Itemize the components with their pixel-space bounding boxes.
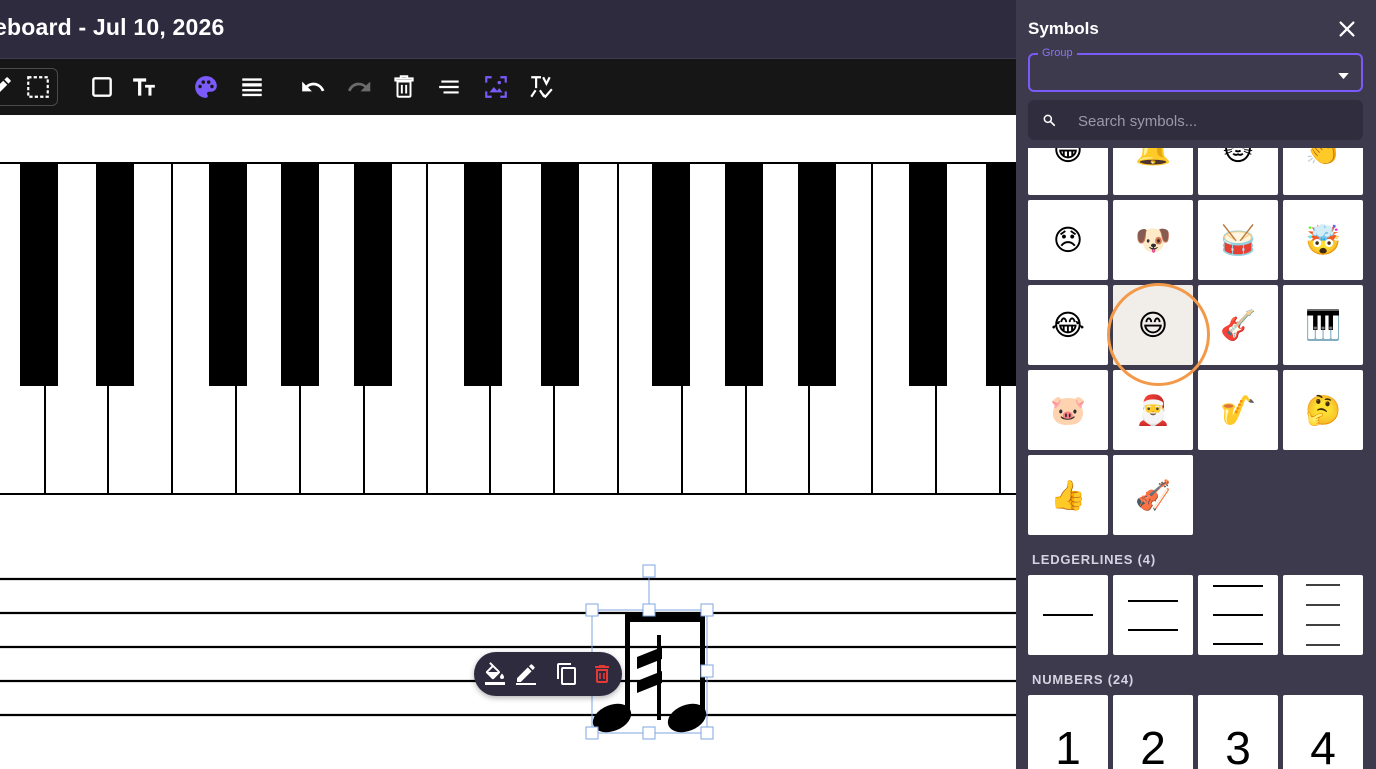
group-select-label: Group: [1038, 46, 1077, 60]
number-glyph: 4: [1310, 722, 1336, 769]
lines-icon[interactable]: [237, 72, 267, 102]
symbol-tile[interactable]: 🎻: [1113, 455, 1193, 535]
text-size-icon[interactable]: [129, 72, 159, 102]
number-glyph: 2: [1140, 722, 1166, 769]
ledgerline-4-icon: [1306, 584, 1340, 646]
chevron-down-icon: [1338, 67, 1349, 85]
symbol-emoji: 🎷: [1219, 392, 1257, 427]
redo-icon[interactable]: [344, 72, 374, 102]
whiteboard-canvas[interactable]: [0, 115, 1016, 769]
symbol-tile[interactable]: 😁: [1028, 148, 1108, 195]
ledgerline-tile[interactable]: [1113, 575, 1193, 655]
search-box[interactable]: [1028, 100, 1363, 142]
header-bar: eboard - Jul 10, 2026: [0, 0, 1016, 59]
symbol-emoji: 👏: [1304, 148, 1342, 167]
ledgerline-tile[interactable]: [1028, 575, 1108, 655]
ledgerline-1-icon: [1043, 614, 1093, 616]
symbol-emoji: 🐷: [1049, 392, 1087, 427]
symbol-emoji: 🎹: [1304, 307, 1342, 342]
symbols-list[interactable]: 😁 🔔 🐱 👏 😞 🐶 🥁 🤯 😂 😄 🎸 🎹 🐷 🎅 🎷 🤔 👍 🎻 LEDG…: [1016, 148, 1376, 769]
ledgerline-2-icon: [1128, 600, 1178, 631]
symbol-emoji: 🤔: [1304, 392, 1342, 427]
symbol-tile[interactable]: 🎹: [1283, 285, 1363, 365]
close-icon[interactable]: [1334, 16, 1360, 42]
symbol-emoji: 👍: [1049, 477, 1087, 512]
search-input[interactable]: [1076, 100, 1350, 142]
panel-title: Symbols: [1028, 19, 1099, 38]
image-fit-icon[interactable]: [481, 72, 511, 102]
align-icon[interactable]: [435, 72, 465, 102]
search-icon: [1042, 113, 1056, 132]
symbol-emoji: 🐱: [1222, 148, 1254, 167]
duplicate-icon[interactable]: [555, 662, 579, 686]
select-area-icon[interactable]: [23, 72, 53, 102]
symbol-emoji: 🥁: [1219, 222, 1257, 257]
symbol-emoji: 🔔: [1134, 148, 1172, 167]
symbol-tile[interactable]: 🤯: [1283, 200, 1363, 280]
symbol-emoji: 😄: [1137, 307, 1169, 342]
symbol-emoji: 😞: [1052, 222, 1084, 257]
symbol-tile[interactable]: 👏: [1283, 148, 1363, 195]
ledgerline-tile[interactable]: [1198, 575, 1278, 655]
palette-icon[interactable]: [191, 72, 221, 102]
rectangle-icon[interactable]: [87, 72, 117, 102]
symbol-tile[interactable]: 🤔: [1283, 370, 1363, 450]
fill-icon[interactable]: [483, 662, 507, 686]
symbol-tile[interactable]: 🥁: [1198, 200, 1278, 280]
ledgerlines-section-label: LEDGERLINES (4): [1032, 552, 1156, 567]
pencil-icon[interactable]: [0, 72, 16, 102]
symbol-emoji: 🎅: [1134, 392, 1172, 427]
document-title: eboard - Jul 10, 2026: [0, 14, 225, 40]
symbol-tile[interactable]: 🎷: [1198, 370, 1278, 450]
delete-symbol-icon[interactable]: [590, 662, 614, 686]
ledgerline-3-icon: [1213, 585, 1263, 645]
symbol-tile[interactable]: 🐷: [1028, 370, 1108, 450]
group-select[interactable]: Group: [1028, 46, 1363, 92]
symbol-tile[interactable]: 🔔: [1113, 148, 1193, 195]
symbol-tile[interactable]: 😂: [1028, 285, 1108, 365]
delete-icon[interactable]: [389, 72, 419, 102]
symbol-tile[interactable]: 🐱: [1198, 148, 1278, 195]
number-glyph: 3: [1225, 722, 1251, 769]
number-tile[interactable]: 4: [1283, 695, 1363, 769]
symbol-emoji: 😂: [1051, 307, 1085, 342]
symbol-emoji: 🎸: [1219, 307, 1257, 342]
symbol-tile-hovered[interactable]: 😄: [1113, 285, 1193, 365]
symbol-tile[interactable]: 🎅: [1113, 370, 1193, 450]
floating-toolbar: [474, 652, 622, 696]
spellcheck-icon[interactable]: [526, 72, 556, 102]
number-tile[interactable]: 1: [1028, 695, 1108, 769]
symbol-tile[interactable]: 🎸: [1198, 285, 1278, 365]
symbol-emoji: 🤯: [1304, 222, 1342, 257]
undo-icon[interactable]: [298, 72, 328, 102]
symbol-emoji: 🐶: [1134, 222, 1172, 257]
symbol-tile[interactable]: 🐶: [1113, 200, 1193, 280]
numbers-section-label: NUMBERS (24): [1032, 672, 1135, 687]
number-tile[interactable]: 3: [1198, 695, 1278, 769]
number-tile[interactable]: 2: [1113, 695, 1193, 769]
number-glyph: 1: [1055, 722, 1081, 769]
symbol-emoji: 😁: [1052, 148, 1084, 167]
main-toolbar: [0, 59, 1016, 115]
symbol-emoji: 🎻: [1134, 477, 1172, 512]
ledgerline-tile[interactable]: [1283, 575, 1363, 655]
symbols-panel: Symbols Group 😁 🔔 🐱 👏 😞 🐶 🥁 🤯 😂 😄 🎸 🎹 �: [1016, 0, 1376, 769]
symbol-tile[interactable]: 👍: [1028, 455, 1108, 535]
edit-icon[interactable]: [514, 662, 538, 686]
symbol-tile[interactable]: 😞: [1028, 200, 1108, 280]
piano-keyboard[interactable]: [0, 162, 1016, 495]
